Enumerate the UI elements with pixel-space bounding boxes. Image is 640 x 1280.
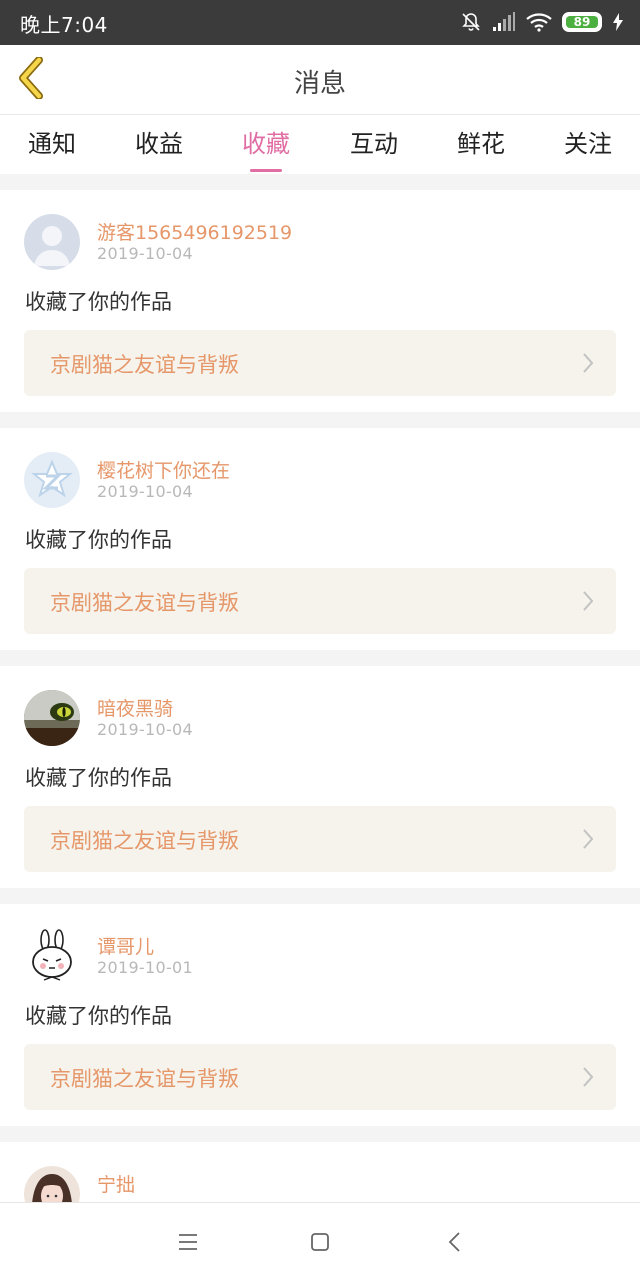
work-title: 京剧猫之友谊与背叛	[50, 829, 239, 853]
item-date: 2019-10-04	[97, 244, 193, 263]
item-date: 2019-10-01	[97, 958, 193, 977]
avatar[interactable]	[24, 214, 80, 270]
page-title: 消息	[293, 69, 346, 99]
work-title: 京剧猫之友谊与背叛	[50, 1067, 239, 1091]
action-text: 收藏了你的作品	[25, 528, 172, 552]
user-name[interactable]: 谭哥儿	[97, 932, 154, 959]
status-bar: 晚上7:04 89	[0, 0, 640, 45]
user-name[interactable]: 暗夜黑骑	[97, 694, 173, 721]
divider	[0, 174, 640, 190]
list-item: 暗夜黑骑 2019-10-04 收藏了你的作品 京剧猫之友谊与背叛	[0, 666, 640, 888]
tab-favorites[interactable]: 收藏	[216, 124, 316, 172]
status-icons: 89	[460, 10, 624, 34]
wifi-icon	[526, 12, 552, 32]
tab-interactions[interactable]: 互动	[324, 124, 424, 159]
work-link[interactable]: 京剧猫之友谊与背叛	[24, 330, 616, 396]
item-date: 2019-10-04	[97, 720, 193, 739]
user-name[interactable]: 樱花树下你还在	[97, 456, 230, 483]
user-name[interactable]: 游客1565496192519	[97, 218, 292, 245]
divider	[0, 412, 640, 428]
bell-muted-icon	[460, 11, 482, 33]
work-link[interactable]: 京剧猫之友谊与背叛	[24, 806, 616, 872]
tab-notifications[interactable]: 通知	[2, 124, 102, 159]
battery-level: 89	[573, 15, 591, 29]
tab-label: 收藏	[242, 130, 290, 158]
signal-icon	[492, 12, 516, 32]
work-link[interactable]: 京剧猫之友谊与背叛	[24, 1044, 616, 1110]
tab-underline	[250, 169, 282, 172]
divider	[0, 1126, 640, 1142]
battery-icon: 89	[562, 12, 602, 32]
user-name[interactable]: 宁拙	[97, 1170, 135, 1197]
work-title: 京剧猫之友谊与背叛	[50, 353, 239, 377]
divider	[0, 888, 640, 904]
divider	[0, 650, 640, 666]
charging-icon	[612, 12, 624, 32]
list-item: 游客1565496192519 2019-10-04 收藏了你的作品 京剧猫之友…	[0, 190, 640, 412]
tab-label: 互动	[350, 130, 398, 158]
tab-label: 收益	[135, 130, 183, 158]
avatar[interactable]	[24, 452, 80, 508]
chevron-right-icon	[582, 352, 594, 378]
action-text: 收藏了你的作品	[25, 766, 172, 790]
list-item: 谭哥儿 2019-10-01 收藏了你的作品 京剧猫之友谊与背叛	[0, 904, 640, 1126]
chevron-right-icon	[582, 828, 594, 854]
work-title: 京剧猫之友谊与背叛	[50, 591, 239, 615]
list-item: 樱花树下你还在 2019-10-04 收藏了你的作品 京剧猫之友谊与背叛	[0, 428, 640, 650]
item-date: 2019-10-04	[97, 482, 193, 501]
header: 消息	[0, 45, 640, 115]
tab-label: 通知	[28, 130, 76, 158]
action-text: 收藏了你的作品	[25, 1004, 172, 1028]
tab-label: 鲜花	[457, 130, 505, 158]
back-triangle-icon[interactable]	[444, 1230, 468, 1254]
home-square-icon[interactable]	[308, 1230, 332, 1254]
tab-bar: 通知 收益 收藏 互动 鲜花 关注	[0, 116, 640, 174]
system-nav-bar	[0, 1202, 640, 1280]
work-link[interactable]: 京剧猫之友谊与背叛	[24, 568, 616, 634]
tab-following[interactable]: 关注	[538, 124, 638, 159]
chevron-right-icon	[582, 590, 594, 616]
tab-label: 关注	[564, 130, 612, 158]
tab-flowers[interactable]: 鲜花	[431, 124, 531, 159]
menu-icon[interactable]	[176, 1230, 200, 1254]
avatar[interactable]	[24, 1166, 80, 1202]
tab-earnings[interactable]: 收益	[109, 124, 209, 159]
action-text: 收藏了你的作品	[25, 290, 172, 314]
status-time: 晚上7:04	[20, 13, 108, 37]
avatar[interactable]	[24, 928, 80, 984]
chevron-right-icon	[582, 1066, 594, 1092]
list-item: 宁拙	[0, 1142, 640, 1202]
avatar[interactable]	[24, 690, 80, 746]
